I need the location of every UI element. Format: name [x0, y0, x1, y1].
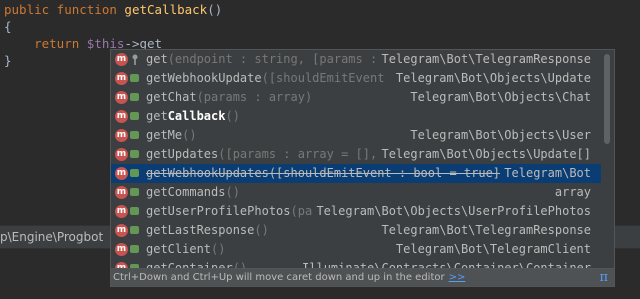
- completion-item[interactable]: m getWebhookUpdate([shouldEmitEvent : Tel…: [111, 69, 601, 88]
- return-type: Telegram\Bot\Objects\User: [406, 126, 591, 145]
- breadcrumb-path[interactable]: p\Engine\Progbot: [0, 226, 103, 248]
- return-type: Telegram\Bot\Objects\UserProfilePhotos: [312, 202, 591, 221]
- method-params: ([params : array = [],: [218, 147, 378, 161]
- method-icon: m: [115, 129, 128, 142]
- method-params: ([shouldEmitEvent : bool = true]): [268, 166, 508, 180]
- completion-item[interactable]: m getUserProfilePhotos(par Telegram\Bot\Ob…: [111, 202, 601, 221]
- code-line-1: public function getCallback(): [4, 0, 222, 19]
- method-name: getLastResponse: [146, 223, 255, 237]
- public-access-icon: [130, 93, 139, 101]
- return-type: Telegram\Bot\Objects\Update[]: [377, 145, 591, 164]
- return-type: Telegram\Bot\TelegramResponse: [377, 50, 591, 69]
- completion-item[interactable]: m getMe() Telegram\Bot\Objects\User: [111, 126, 601, 145]
- public-access-icon: [130, 150, 139, 158]
- method-params: (): [225, 109, 240, 123]
- public-access-icon: [130, 207, 139, 215]
- pi-icon[interactable]: π: [599, 269, 608, 286]
- method-params: (params : array): [196, 90, 313, 104]
- public-access-icon: [130, 226, 139, 234]
- method-name: getUpdates: [146, 147, 219, 161]
- completion-item[interactable]: m getLastResponse() Telegram\Bot\TelegramR…: [111, 221, 601, 240]
- return-type: Telegram\Bot\Objects\Chat: [406, 88, 591, 107]
- footer-more-link[interactable]: >>: [449, 272, 466, 283]
- method-signature: getWebhookUpdates([shouldEmitEvent : boo…: [146, 164, 507, 183]
- keyword: public function: [4, 2, 125, 17]
- completion-popup[interactable]: m get(endpoint : string, [params : Telegr…: [110, 49, 615, 287]
- method-name: getWebhookUpdate: [146, 71, 262, 85]
- function-name: getCallback: [124, 2, 208, 17]
- return-type: Telegram\Bot\TelegramResponse: [377, 221, 591, 240]
- completion-item[interactable]: m getClient() Telegram\Bot\TelegramClient: [111, 240, 601, 259]
- method-icon: m: [115, 243, 128, 256]
- method-name: get: [146, 109, 168, 123]
- return-type: Telegram\Bot\TelegramClient: [391, 240, 591, 259]
- completion-item[interactable]: m getChat(params : array) Telegram\Bot\Obj…: [111, 88, 601, 107]
- completion-item[interactable]: m getCommands() array: [111, 183, 601, 202]
- method-signature: getWebhookUpdate([shouldEmitEvent :: [146, 69, 399, 88]
- method-signature: getCallback(): [146, 107, 240, 126]
- method-icon: m: [115, 91, 128, 104]
- method-name: getUserProfilePhotos: [146, 204, 291, 218]
- completion-item[interactable]: m get(endpoint : string, [params : Telegr…: [111, 50, 601, 69]
- code-line-4: }: [4, 53, 12, 68]
- method-name: getCommands: [146, 185, 226, 199]
- return-type: Telegram\Bot: [500, 164, 591, 183]
- pin-icon: [132, 54, 138, 65]
- public-access-icon: [130, 74, 139, 82]
- method-name: getChat: [146, 90, 197, 104]
- method-icon: m: [115, 148, 128, 161]
- method-signature: getLastResponse(): [146, 221, 269, 240]
- method-signature: get(endpoint : string, [params :: [146, 50, 377, 69]
- method-name-match: Callback: [167, 109, 226, 123]
- method-icon: m: [115, 205, 128, 218]
- method-icon: m: [115, 186, 128, 199]
- public-access-icon: [130, 169, 139, 177]
- method-params: (endpoint : string, [params :: [167, 52, 378, 66]
- public-access-icon: [130, 112, 139, 120]
- parens: (): [207, 2, 223, 17]
- method-name: getClient: [146, 242, 212, 256]
- method-name: get: [146, 52, 168, 66]
- public-access-icon: [130, 188, 139, 196]
- return-keyword: return: [34, 36, 87, 51]
- return-type: Telegram\Bot\Objects\Update: [391, 69, 591, 88]
- method-signature: getClient(): [146, 240, 225, 259]
- method-params: ([shouldEmitEvent :: [261, 71, 399, 85]
- method-icon: m: [115, 72, 128, 85]
- method-signature: getUserProfilePhotos(par: [146, 202, 319, 221]
- method-name: getMe: [146, 128, 183, 142]
- method-params: (): [211, 242, 226, 256]
- completion-item[interactable]: m getWebhookUpdates([shouldEmitEvent : bo…: [111, 164, 601, 183]
- method-icon: m: [115, 167, 128, 180]
- method-icon: m: [115, 110, 128, 123]
- method-params: (): [225, 185, 240, 199]
- completion-scrollbar[interactable]: [601, 50, 614, 269]
- return-type: array: [550, 183, 591, 202]
- completion-item[interactable]: m getUpdates([params : array = [], Telegr…: [111, 145, 601, 164]
- method-signature: getMe(): [146, 126, 197, 145]
- public-access-icon: [130, 131, 139, 139]
- method-name: getWebhookUpdates: [146, 166, 269, 180]
- method-signature: getChat(params : array): [146, 88, 312, 107]
- method-signature: getUpdates([params : array = [],: [146, 145, 377, 164]
- completion-item[interactable]: m getCallback(): [111, 107, 601, 126]
- method-params: (): [254, 223, 269, 237]
- scroll-thumb[interactable]: [604, 54, 610, 144]
- method-icon: m: [115, 53, 128, 66]
- completion-footer: Ctrl+Down and Ctrl+Up will move caret do…: [111, 268, 614, 286]
- footer-hint: Ctrl+Down and Ctrl+Up will move caret do…: [113, 272, 466, 283]
- method-params: (): [182, 128, 197, 142]
- method-icon: m: [115, 224, 128, 237]
- completion-list[interactable]: m get(endpoint : string, [params : Telegr…: [111, 50, 601, 269]
- method-signature: getCommands(): [146, 183, 240, 202]
- public-access-icon: [130, 245, 139, 253]
